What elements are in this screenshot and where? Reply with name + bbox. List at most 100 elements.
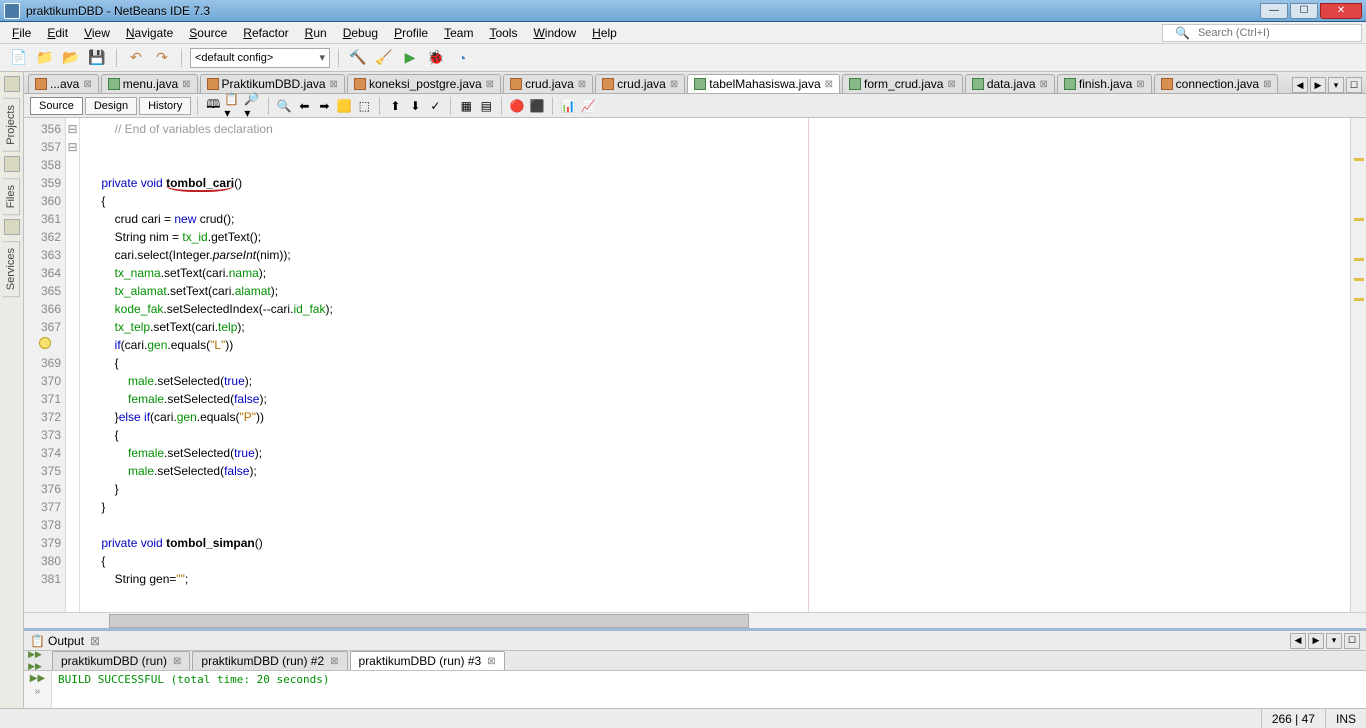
side-tab-projects[interactable]: Projects: [3, 98, 20, 152]
file-tab[interactable]: menu.java⊠: [101, 74, 198, 93]
tab-max-icon[interactable]: ☐: [1346, 77, 1362, 93]
menu-refactor[interactable]: Refactor: [235, 24, 296, 42]
file-tab[interactable]: PraktikumDBD.java⊠: [200, 74, 345, 93]
rerun-icon[interactable]: ▶▶: [26, 649, 44, 660]
editor-tool-icon[interactable]: ⬇: [406, 97, 424, 115]
code-content[interactable]: // End of variables declaration private …: [80, 118, 1350, 612]
file-tab[interactable]: data.java⊠: [965, 74, 1055, 93]
file-tab[interactable]: koneksi_postgre.java⊠: [347, 74, 501, 93]
menu-edit[interactable]: Edit: [39, 24, 76, 42]
output-tab-close-icon[interactable]: ⊠: [330, 656, 338, 667]
tab-close-icon[interactable]: ⊠: [670, 79, 678, 90]
out-scroll-left-icon[interactable]: ◀: [1290, 633, 1306, 649]
minimize-button[interactable]: —: [1260, 3, 1288, 19]
menu-profile[interactable]: Profile: [386, 24, 436, 42]
output-close-icon[interactable]: ⊠: [90, 634, 100, 648]
output-tab-close-icon[interactable]: ⊠: [173, 656, 181, 667]
side-tab-files[interactable]: Files: [3, 178, 20, 215]
menu-navigate[interactable]: Navigate: [118, 24, 181, 42]
redo-icon[interactable]: ↷: [151, 47, 173, 69]
tab-close-icon[interactable]: ⊠: [1263, 79, 1271, 90]
code-editor[interactable]: 3563573583593603613623633643653663673693…: [24, 118, 1366, 612]
editor-tool-icon[interactable]: ▤: [477, 97, 495, 115]
editor-tool-icon[interactable]: 🔎▾: [244, 97, 262, 115]
tab-list-icon[interactable]: ▾: [1328, 77, 1344, 93]
rerun2-icon[interactable]: ▶▶: [26, 661, 44, 672]
menu-source[interactable]: Source: [181, 24, 235, 42]
tab-close-icon[interactable]: ⊠: [1136, 79, 1144, 90]
file-tab[interactable]: crud.java⊠: [595, 74, 685, 93]
run-icon[interactable]: ▶: [399, 47, 421, 69]
tab-scroll-right-icon[interactable]: ▶: [1310, 77, 1326, 93]
tab-close-icon[interactable]: ⊠: [486, 79, 494, 90]
stop-small-icon[interactable]: »: [35, 686, 41, 697]
fold-column[interactable]: ⊟⊟: [66, 118, 80, 612]
files-icon[interactable]: [4, 156, 20, 172]
editor-tool-icon[interactable]: ✓: [426, 97, 444, 115]
tab-close-icon[interactable]: ⊠: [947, 79, 955, 90]
out-scroll-right-icon[interactable]: ▶: [1308, 633, 1324, 649]
undo-icon[interactable]: ↶: [125, 47, 147, 69]
editor-tool-icon[interactable]: 🕮: [204, 97, 222, 115]
clean-build-icon[interactable]: 🧹: [373, 47, 395, 69]
editor-tool-icon[interactable]: ⬅: [295, 97, 313, 115]
menu-tools[interactable]: Tools: [481, 24, 525, 42]
tab-scroll-left-icon[interactable]: ◀: [1292, 77, 1308, 93]
out-list-icon[interactable]: ▾: [1326, 633, 1342, 649]
editor-tool-icon[interactable]: ➡: [315, 97, 333, 115]
editor-tool-icon[interactable]: ⬆: [386, 97, 404, 115]
editor-tool-icon[interactable]: 📋▾: [224, 97, 242, 115]
output-tab[interactable]: praktikumDBD (run) #3⊠: [350, 651, 505, 670]
profile-icon[interactable]: ◔: [451, 47, 473, 69]
tab-close-icon[interactable]: ⊠: [330, 79, 338, 90]
maximize-button[interactable]: ☐: [1290, 3, 1318, 19]
editor-tool-icon[interactable]: ▦: [457, 97, 475, 115]
output-tab[interactable]: praktikumDBD (run) #2⊠: [192, 651, 347, 670]
tab-close-icon[interactable]: ⊠: [83, 79, 91, 90]
editor-tool-icon[interactable]: 🔍: [275, 97, 293, 115]
services-icon[interactable]: [4, 219, 20, 235]
rerun-small-icon[interactable]: ▶▶: [30, 673, 45, 684]
file-tab[interactable]: tabelMahasiswa.java⊠: [687, 74, 840, 93]
editor-tool-icon[interactable]: 📈: [579, 97, 597, 115]
search-input[interactable]: [1198, 27, 1357, 39]
run-config-combo[interactable]: <default config>: [190, 48, 330, 68]
new-project-icon[interactable]: 📁: [34, 47, 56, 69]
side-tab-services[interactable]: Services: [3, 241, 20, 297]
error-stripe[interactable]: [1350, 118, 1366, 612]
quick-search[interactable]: 🔍: [1162, 24, 1362, 42]
view-design-button[interactable]: Design: [85, 97, 137, 115]
debug-icon[interactable]: 🐞: [425, 47, 447, 69]
menu-window[interactable]: Window: [525, 24, 584, 42]
output-text[interactable]: BUILD SUCCESSFUL (total time: 20 seconds…: [52, 671, 1366, 708]
output-tab[interactable]: praktikumDBD (run)⊠: [52, 651, 190, 670]
menu-debug[interactable]: Debug: [335, 24, 386, 42]
file-tab[interactable]: finish.java⊠: [1057, 74, 1152, 93]
warning-mark[interactable]: [1354, 298, 1364, 301]
scrollbar-thumb[interactable]: [109, 614, 749, 628]
editor-tool-icon[interactable]: 🟨: [335, 97, 353, 115]
file-tab[interactable]: connection.java⊠: [1154, 74, 1279, 93]
file-tab[interactable]: ...ava⊠: [28, 74, 99, 93]
editor-tool-icon[interactable]: ⬚: [355, 97, 373, 115]
close-button[interactable]: ✕: [1320, 3, 1362, 19]
menu-run[interactable]: Run: [297, 24, 335, 42]
view-source-button[interactable]: Source: [30, 97, 83, 115]
warning-mark[interactable]: [1354, 278, 1364, 281]
output-tab-close-icon[interactable]: ⊠: [487, 656, 495, 667]
warning-mark[interactable]: [1354, 258, 1364, 261]
tab-close-icon[interactable]: ⊠: [1040, 79, 1048, 90]
horizontal-scrollbar[interactable]: [24, 612, 1366, 628]
warning-mark[interactable]: [1354, 158, 1364, 161]
build-icon[interactable]: 🔨: [347, 47, 369, 69]
menu-file[interactable]: File: [4, 24, 39, 42]
editor-tool-icon[interactable]: ⬛: [528, 97, 546, 115]
tab-close-icon[interactable]: ⊠: [825, 79, 833, 90]
menu-view[interactable]: View: [76, 24, 118, 42]
save-all-icon[interactable]: 💾: [86, 47, 108, 69]
tab-close-icon[interactable]: ⊠: [182, 79, 190, 90]
file-tab[interactable]: crud.java⊠: [503, 74, 593, 93]
tab-close-icon[interactable]: ⊠: [578, 79, 586, 90]
open-icon[interactable]: 📂: [60, 47, 82, 69]
out-max-icon[interactable]: ☐: [1344, 633, 1360, 649]
